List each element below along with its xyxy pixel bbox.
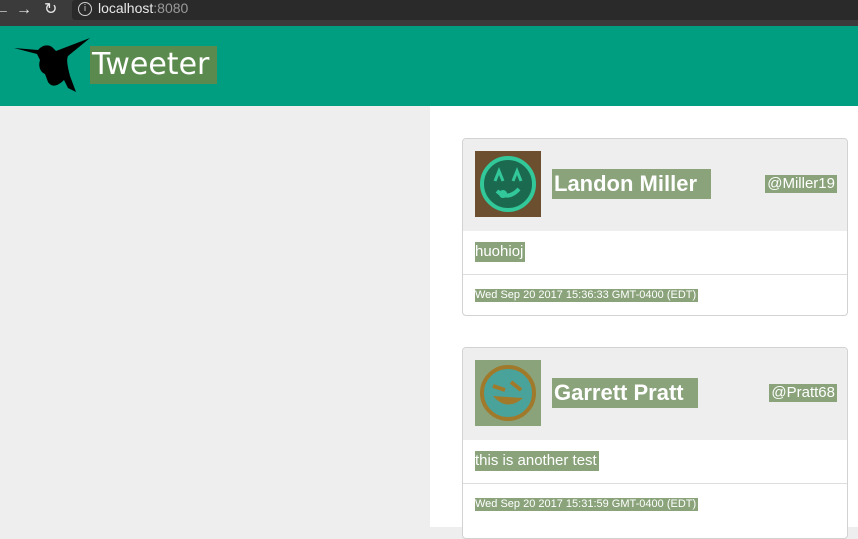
address-bar[interactable] — [72, 0, 858, 20]
author-name: Garrett Pratt — [552, 378, 698, 408]
author-name: Landon Miller — [552, 169, 711, 199]
hummingbird-logo-icon — [14, 38, 90, 92]
address-url[interactable]: localhost:8080 — [98, 0, 188, 16]
laughing-face-icon — [475, 360, 541, 426]
left-column — [0, 106, 430, 527]
tweet-card-header: Garrett Pratt @Pratt68 — [463, 348, 847, 440]
app-title: Tweeter — [90, 46, 218, 84]
grimace-face-icon — [475, 151, 541, 217]
tweet-card: Garrett Pratt @Pratt68 this is another t… — [462, 347, 848, 539]
back-icon[interactable]: ← — [0, 2, 10, 18]
tweet-card: Landon Miller @Miller19 huohioj Wed Sep … — [462, 138, 848, 316]
tweet-footer: Wed Sep 20 2017 15:36:33 GMT-0400 (EDT) — [463, 275, 847, 315]
tweet-footer: Wed Sep 20 2017 15:31:59 GMT-0400 (EDT) — [463, 484, 847, 524]
tweet-message: this is another test — [475, 451, 599, 471]
url-port: :8080 — [153, 0, 189, 16]
url-host: localhost — [98, 0, 154, 16]
browser-toolbar: ← → ↻ i localhost:8080 — [0, 0, 858, 26]
tweet-timestamp: Wed Sep 20 2017 15:31:59 GMT-0400 (EDT) — [475, 498, 699, 511]
tweet-timestamp: Wed Sep 20 2017 15:36:33 GMT-0400 (EDT) — [475, 289, 699, 302]
tweet-body: huohioj — [463, 231, 847, 275]
author-handle: @Miller19 — [765, 175, 837, 193]
reload-icon[interactable]: ↻ — [44, 2, 57, 18]
app-header: Tweeter — [0, 26, 858, 106]
tweet-card-header: Landon Miller @Miller19 — [463, 139, 847, 231]
info-icon[interactable]: i — [78, 2, 92, 16]
tweet-body: this is another test — [463, 440, 847, 484]
forward-icon[interactable]: → — [16, 2, 32, 18]
author-handle: @Pratt68 — [769, 384, 837, 402]
tweet-message: huohioj — [475, 242, 526, 262]
